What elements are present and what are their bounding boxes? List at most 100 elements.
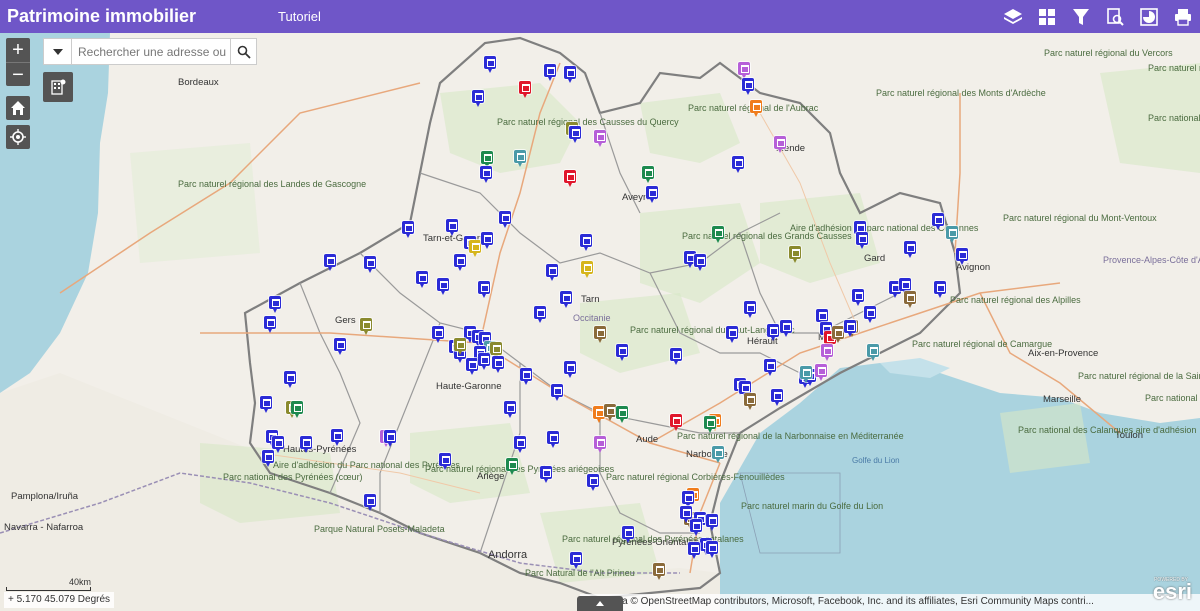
property-marker[interactable] (694, 254, 706, 271)
property-marker[interactable] (437, 278, 449, 295)
property-marker[interactable] (732, 156, 744, 173)
property-marker[interactable] (364, 256, 376, 273)
property-marker[interactable] (564, 66, 576, 83)
property-marker[interactable] (816, 309, 828, 326)
property-marker[interactable] (551, 384, 563, 401)
property-marker[interactable] (499, 211, 511, 228)
property-marker[interactable] (360, 318, 372, 335)
property-marker[interactable] (742, 78, 754, 95)
property-marker[interactable] (560, 291, 572, 308)
property-marker[interactable] (852, 289, 864, 306)
property-marker[interactable] (564, 361, 576, 378)
property-marker[interactable] (904, 291, 916, 308)
property-marker[interactable] (690, 519, 702, 536)
property-marker[interactable] (478, 281, 490, 298)
property-marker[interactable] (744, 393, 756, 410)
property-marker[interactable] (767, 324, 779, 341)
property-marker[interactable] (904, 241, 916, 258)
property-marker[interactable] (454, 338, 466, 355)
property-marker[interactable] (569, 126, 581, 143)
chart-button[interactable] (1132, 0, 1166, 33)
property-marker[interactable] (670, 348, 682, 365)
property-marker[interactable] (670, 414, 682, 431)
property-marker[interactable] (570, 552, 582, 569)
property-marker[interactable] (726, 326, 738, 343)
property-marker[interactable] (712, 446, 724, 463)
search-button[interactable] (230, 39, 256, 64)
property-marker[interactable] (514, 150, 526, 167)
property-marker[interactable] (544, 64, 556, 81)
property-marker[interactable] (706, 541, 718, 558)
basemap-gallery-button[interactable] (43, 72, 73, 102)
property-marker[interactable] (439, 453, 451, 470)
property-marker[interactable] (469, 240, 481, 257)
property-marker[interactable] (867, 344, 879, 361)
property-marker[interactable] (616, 406, 628, 423)
property-marker[interactable] (291, 401, 303, 418)
property-marker[interactable] (454, 254, 466, 271)
property-marker[interactable] (744, 301, 756, 318)
property-marker[interactable] (764, 359, 776, 376)
property-marker[interactable] (484, 56, 496, 73)
property-marker[interactable] (480, 166, 492, 183)
tutorial-link[interactable]: Tutoriel (278, 9, 321, 24)
property-marker[interactable] (594, 130, 606, 147)
property-marker[interactable] (331, 429, 343, 446)
property-marker[interactable] (738, 62, 750, 79)
property-marker[interactable] (514, 436, 526, 453)
map-attribution[interactable]: Map data © OpenStreetMap contributors, M… (580, 594, 1200, 611)
locate-button[interactable] (6, 125, 30, 149)
property-marker[interactable] (490, 342, 502, 359)
property-marker[interactable] (269, 296, 281, 313)
property-marker[interactable] (934, 281, 946, 298)
property-marker[interactable] (844, 320, 856, 337)
property-marker[interactable] (519, 81, 531, 98)
property-marker[interactable] (832, 326, 844, 343)
property-marker[interactable] (260, 396, 272, 413)
property-marker[interactable] (416, 271, 428, 288)
search-input[interactable] (72, 39, 230, 64)
property-marker[interactable] (334, 338, 346, 355)
property-marker[interactable] (432, 326, 444, 343)
property-marker[interactable] (704, 416, 716, 433)
property-marker[interactable] (780, 320, 792, 337)
property-marker[interactable] (264, 316, 276, 333)
query-button[interactable] (1098, 0, 1132, 33)
property-marker[interactable] (546, 264, 558, 281)
print-button[interactable] (1166, 0, 1200, 33)
property-marker[interactable] (594, 326, 606, 343)
property-marker[interactable] (642, 166, 654, 183)
property-marker[interactable] (899, 278, 911, 295)
property-marker[interactable] (616, 344, 628, 361)
property-marker[interactable] (680, 506, 692, 523)
property-marker[interactable] (402, 221, 414, 238)
property-marker[interactable] (622, 526, 634, 543)
property-marker[interactable] (815, 364, 827, 381)
property-marker[interactable] (750, 100, 762, 117)
property-marker[interactable] (300, 436, 312, 453)
property-marker[interactable] (492, 356, 504, 373)
property-marker[interactable] (864, 306, 876, 323)
property-marker[interactable] (646, 186, 658, 203)
property-marker[interactable] (364, 494, 376, 511)
property-marker[interactable] (472, 90, 484, 107)
property-marker[interactable] (580, 234, 592, 251)
property-marker[interactable] (284, 371, 296, 388)
property-marker[interactable] (774, 136, 786, 153)
property-marker[interactable] (956, 248, 968, 265)
property-marker[interactable] (706, 514, 718, 531)
property-marker[interactable] (789, 246, 801, 263)
property-marker[interactable] (520, 368, 532, 385)
zoom-out-button[interactable]: − (6, 62, 30, 86)
panel-toggle-button[interactable] (577, 596, 623, 611)
search-source-dropdown[interactable] (44, 39, 72, 64)
property-marker[interactable] (262, 450, 274, 467)
home-button[interactable] (6, 96, 30, 120)
property-marker[interactable] (540, 466, 552, 483)
property-marker[interactable] (272, 436, 284, 453)
property-marker[interactable] (564, 170, 576, 187)
property-marker[interactable] (594, 436, 606, 453)
map-view[interactable]: Bordeaux Aveyron Tarn-et-Garonne Gers Ta… (0, 33, 1200, 611)
property-marker[interactable] (800, 366, 812, 383)
property-marker[interactable] (587, 474, 599, 491)
